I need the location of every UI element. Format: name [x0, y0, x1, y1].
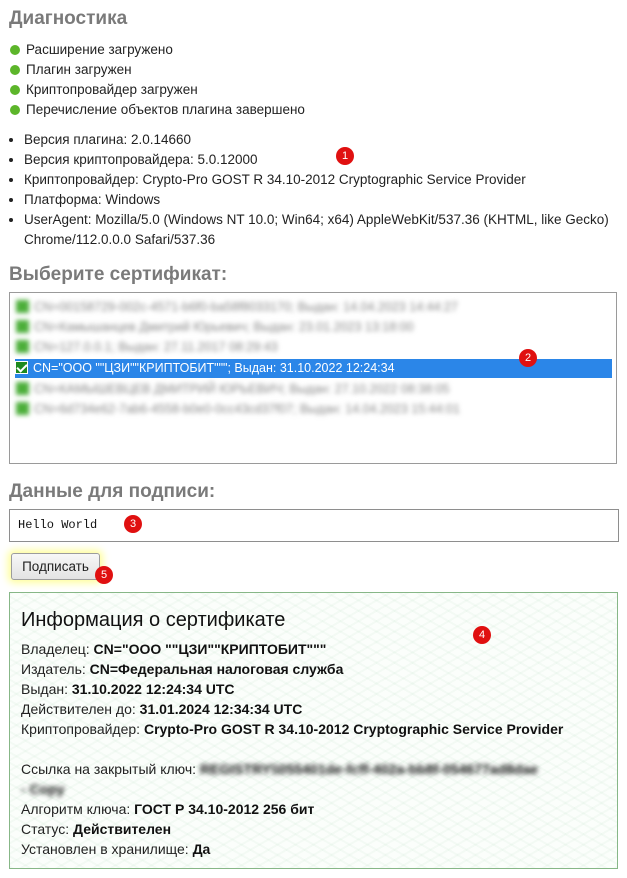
sign-data-input[interactable]: Hello World: [9, 509, 619, 542]
status-item: Расширение загружено: [10, 40, 305, 60]
provider-row: Криптопровайдер: Crypto-Pro GOST R 34.10…: [21, 721, 564, 737]
issuer-row: Издатель: CN=Федеральная налоговая служб…: [21, 661, 344, 677]
plugin-info-list: Версия плагина: 2.0.14660 Версия криптоп…: [12, 130, 614, 250]
certificate-info-panel: Информация о сертификате Владелец: CN="О…: [9, 592, 618, 869]
checkmark-icon: [15, 361, 28, 374]
status-ok-icon: [10, 45, 20, 55]
sign-data-heading: Данные для подписи:: [9, 481, 216, 502]
certificate-icon: [16, 340, 29, 353]
certificate-icon: [16, 300, 29, 313]
status-ok-icon: [10, 85, 20, 95]
status-ok-icon: [10, 105, 20, 115]
annotation-badge: 1: [336, 147, 354, 165]
status-row: Статус: Действителен: [21, 821, 172, 837]
provider-version: Версия криптопровайдера: 5.0.12000: [24, 150, 614, 170]
issued-row: Выдан: 31.10.2022 12:24:34 UTC: [21, 681, 235, 697]
sign-button[interactable]: Подписать: [11, 553, 100, 580]
annotation-badge: 5: [95, 566, 113, 584]
private-key-link-row: Ссылка на закрытый ключ: REGISTRY\\05540…: [21, 761, 538, 797]
status-list: Расширение загружено Плагин загружен Кри…: [10, 40, 305, 120]
platform: Платформа: Windows: [24, 190, 614, 210]
certificate-option[interactable]: CN=КАМЫШЕВЦЕВ ДМИТРИЙ ЮРЬЕВИЧ; Выдан: 27…: [16, 380, 449, 399]
certificate-icon: [16, 320, 29, 333]
annotation-badge: 2: [519, 349, 537, 367]
annotation-badge: 4: [473, 626, 491, 644]
certificate-icon: [16, 382, 29, 395]
owner-row: Владелец: CN="ООО ""ЦЗИ""КРИПТОБИТ""": [21, 641, 327, 657]
certificate-icon: [16, 402, 29, 415]
status-item: Перечисление объектов плагина завершено: [10, 100, 305, 120]
installed-row: Установлен в хранилище: Да: [21, 841, 211, 857]
certificate-option[interactable]: CN=00158729-002c-4571-b6f0-ba58f8033170;…: [16, 298, 458, 317]
status-item: Плагин загружен: [10, 60, 305, 80]
certificate-option[interactable]: CN=127.0.0.1; Выдан: 27.11.2017 08:29:43: [16, 338, 278, 357]
valid-to-row: Действителен до: 31.01.2024 12:34:34 UTC: [21, 701, 303, 717]
status-item: Криптопровайдер загружен: [10, 80, 305, 100]
plugin-version: Версия плагина: 2.0.14660: [24, 130, 614, 150]
certificate-option[interactable]: CN=Камышанцев Дмитрий Юрьевич; Выдан: 23…: [16, 318, 414, 337]
algorithm-row: Алгоритм ключа: ГОСТ Р 34.10-2012 256 би…: [21, 801, 315, 817]
provider-name: Криптопровайдер: Crypto-Pro GOST R 34.10…: [24, 170, 614, 190]
annotation-badge: 3: [124, 515, 142, 533]
status-ok-icon: [10, 65, 20, 75]
user-agent: UserAgent: Mozilla/5.0 (Windows NT 10.0;…: [24, 210, 614, 250]
certificate-listbox[interactable]: CN=00158729-002c-4571-b6f0-ba58f8033170;…: [9, 292, 617, 464]
certificate-option[interactable]: CN=6d734e62-7ab6-4558-b0e0-0cc43cd37f07;…: [16, 400, 460, 419]
diagnostics-heading: Диагностика: [9, 8, 128, 29]
certificate-info-title: Информация о сертификате: [21, 609, 286, 631]
certificate-heading: Выберите сертификат:: [9, 264, 228, 285]
